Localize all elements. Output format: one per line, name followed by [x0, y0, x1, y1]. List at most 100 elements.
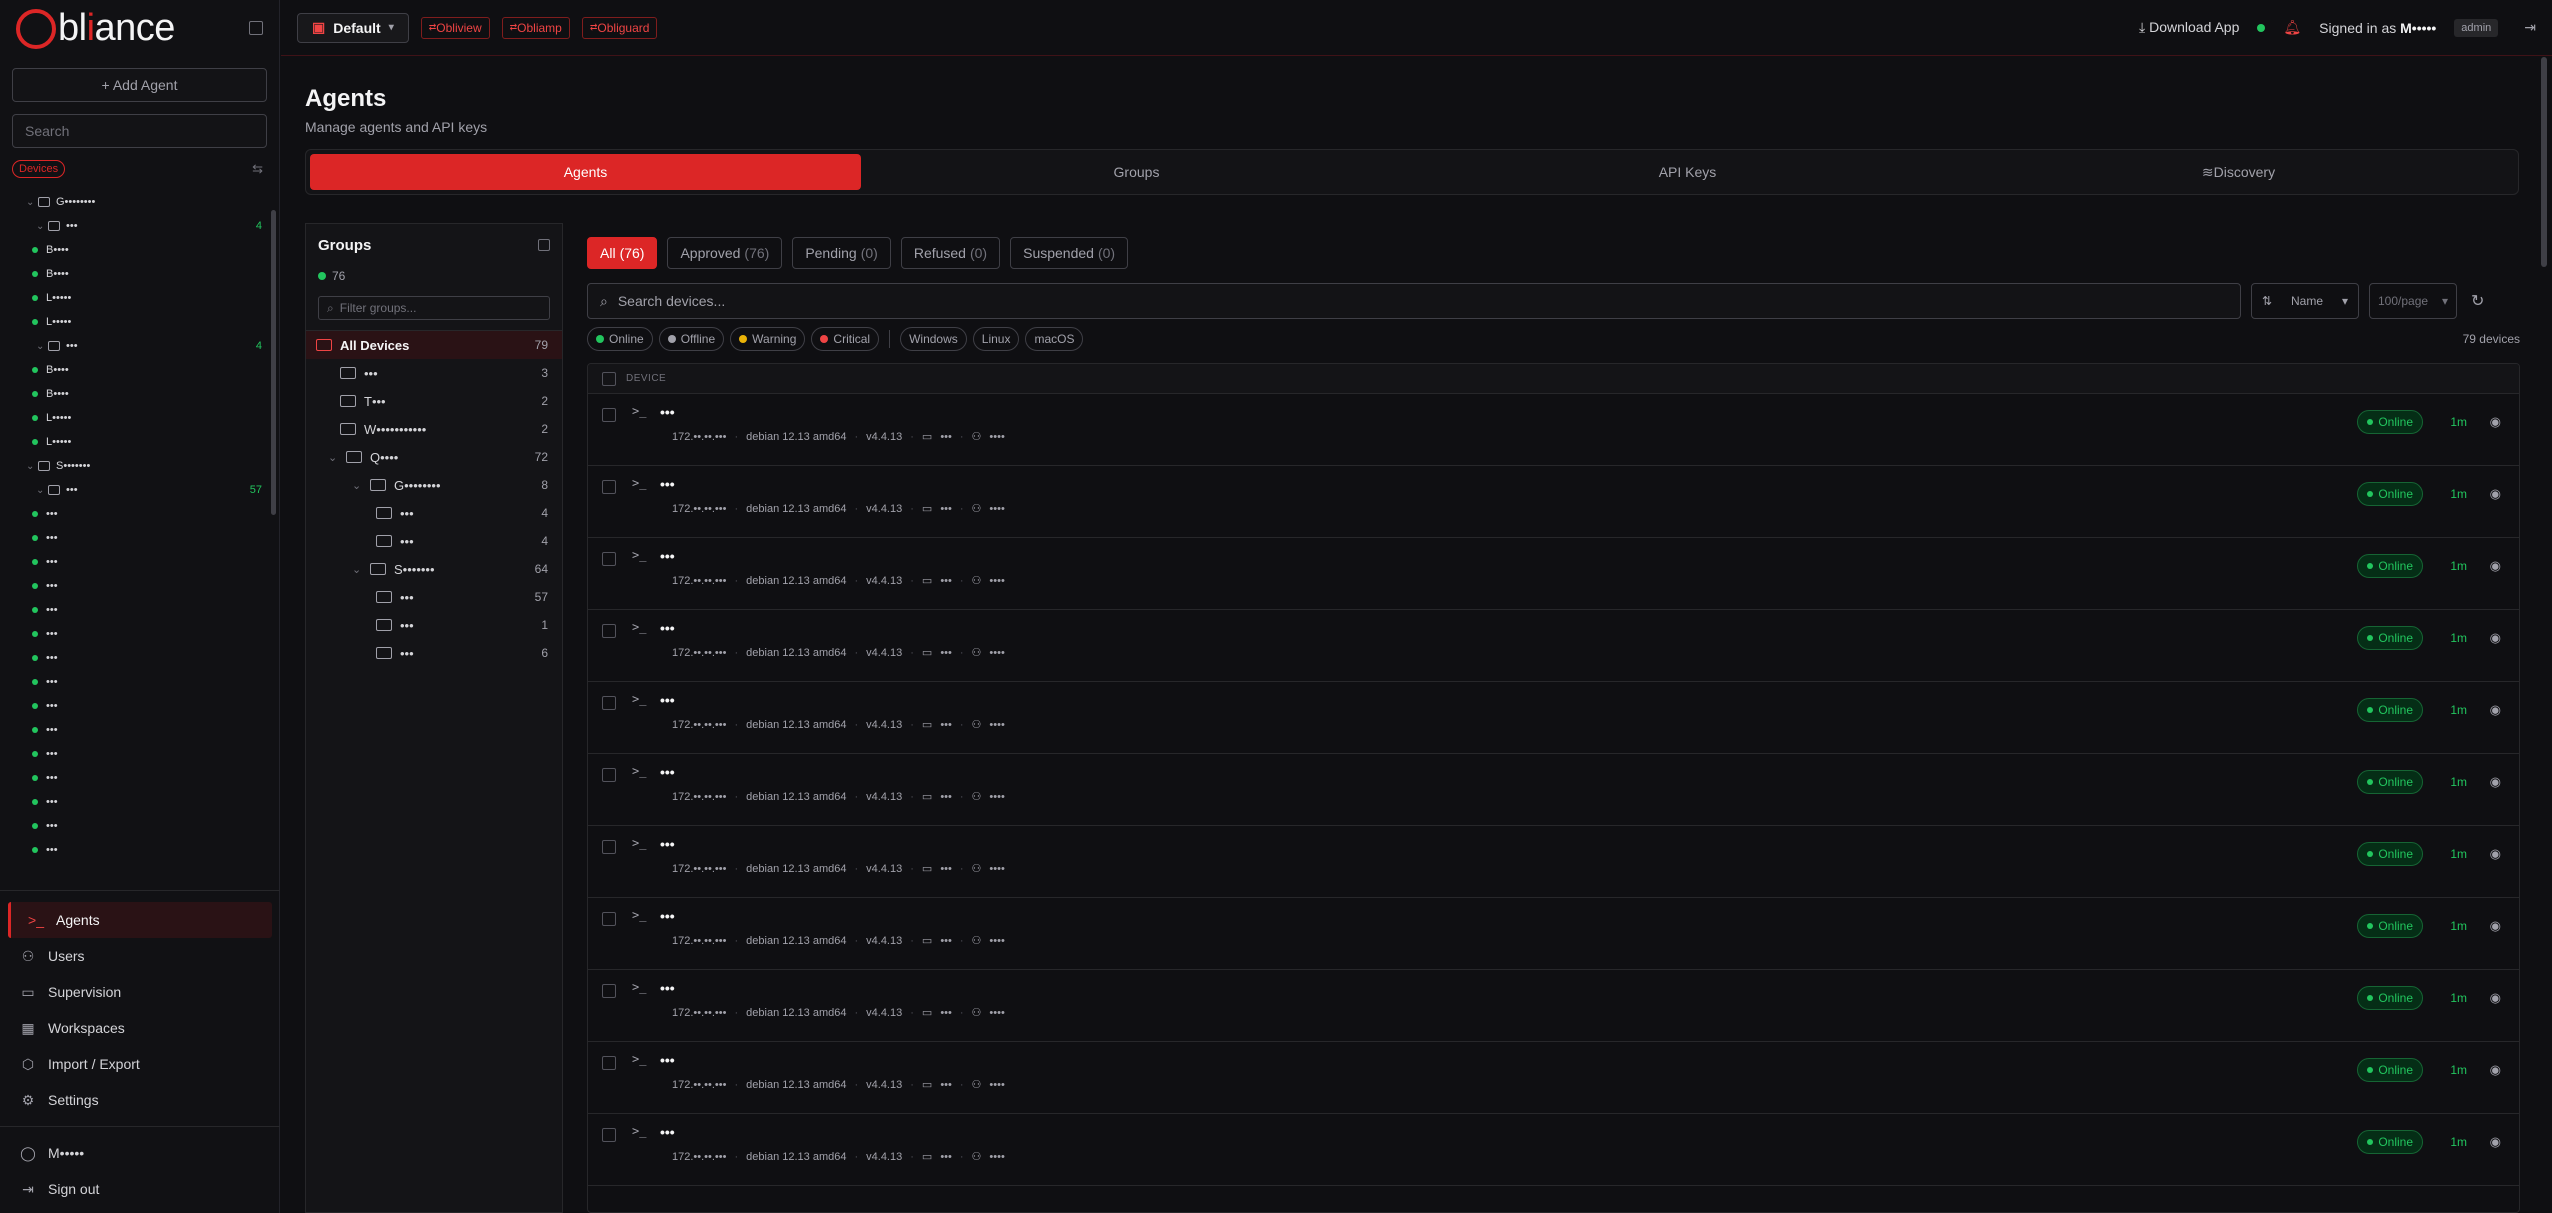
- row-checkbox[interactable]: [602, 984, 616, 998]
- devices-chip[interactable]: Devices: [12, 160, 66, 178]
- chevron-down-icon[interactable]: ⌄: [36, 221, 48, 232]
- tree-row[interactable]: B••••: [0, 358, 270, 382]
- group-item[interactable]: ••• 6: [306, 639, 562, 667]
- tree-row[interactable]: ⌄ ••• 57: [0, 478, 270, 502]
- table-row[interactable]: >_ ••• 172.••.••.••• · debian 12.13 amd64 · v4…: [588, 826, 2519, 898]
- filter-groups-input[interactable]: ⌕ Filter groups...: [318, 296, 550, 320]
- chevron-down-icon[interactable]: ⌄: [26, 197, 38, 208]
- app-link-obliguard[interactable]: ⇄ Obliguard: [581, 16, 658, 39]
- terminal-icon[interactable]: >_: [632, 1124, 646, 1138]
- group-item[interactable]: ⌄ S••••••• 64: [306, 555, 562, 583]
- sort-select[interactable]: ⇅ Name ▾: [2251, 283, 2359, 319]
- tree-row[interactable]: •••: [0, 742, 270, 766]
- table-row[interactable]: >_ ••• 172.••.••.••• · debian 12.13 amd64 · v4…: [588, 970, 2519, 1042]
- app-link-obliview[interactable]: ⇄ Obliview: [420, 16, 490, 39]
- eye-icon[interactable]: ◉: [2490, 702, 2501, 718]
- terminal-icon[interactable]: >_: [632, 980, 646, 994]
- filter-tab-pending[interactable]: Pending (0): [792, 237, 891, 269]
- nav-item-workspaces[interactable]: ▦ Workspaces: [0, 1010, 280, 1046]
- tree-row[interactable]: •••: [0, 574, 270, 598]
- group-item[interactable]: ⌄ Q•••• 72: [306, 443, 562, 471]
- row-checkbox[interactable]: [602, 480, 616, 494]
- terminal-icon[interactable]: >_: [632, 908, 646, 922]
- terminal-icon[interactable]: >_: [632, 404, 646, 418]
- device-name[interactable]: •••: [660, 1124, 675, 1140]
- sidebar-collapse-icon[interactable]: [249, 21, 263, 35]
- table-row[interactable]: >_ ••• 172.••.••.••• · debian 12.13 amd64 · v4…: [588, 754, 2519, 826]
- device-name[interactable]: •••: [660, 404, 675, 420]
- chevron-down-icon[interactable]: ⌄: [26, 461, 38, 472]
- chevron-down-icon[interactable]: ⌄: [328, 451, 346, 464]
- tree-row[interactable]: •••: [0, 550, 270, 574]
- group-item[interactable]: W••••••••••• 2: [306, 415, 562, 443]
- tree-row[interactable]: •••: [0, 814, 270, 838]
- filter-tab-suspended[interactable]: Suspended (0): [1010, 237, 1129, 269]
- chevron-down-icon[interactable]: ⌄: [36, 485, 48, 496]
- terminal-icon[interactable]: >_: [632, 620, 646, 634]
- tree-row[interactable]: L•••••: [0, 310, 270, 334]
- terminal-icon[interactable]: >_: [632, 476, 646, 490]
- eye-icon[interactable]: ◉: [2490, 1134, 2501, 1150]
- group-item[interactable]: ••• 3: [306, 359, 562, 387]
- eye-icon[interactable]: ◉: [2490, 630, 2501, 646]
- nav-item-agents[interactable]: >_ Agents: [8, 902, 272, 938]
- device-name[interactable]: •••: [660, 1052, 675, 1068]
- workspace-selector[interactable]: ▣ Default ▾: [297, 12, 409, 43]
- tree-row[interactable]: B••••: [0, 262, 270, 286]
- device-name[interactable]: •••: [660, 908, 675, 924]
- table-row[interactable]: >_ ••• 172.••.••.••• · debian 12.13 amd64 · v4…: [588, 466, 2519, 538]
- refresh-icon[interactable]: ↻: [2471, 291, 2484, 311]
- table-row[interactable]: >_ ••• 172.••.••.••• · debian 12.13 amd64 · v4…: [588, 610, 2519, 682]
- tree-row[interactable]: •••: [0, 766, 270, 790]
- tree-row[interactable]: L•••••: [0, 430, 270, 454]
- tree-row[interactable]: •••: [0, 502, 270, 526]
- row-checkbox[interactable]: [602, 1056, 616, 1070]
- tree-row[interactable]: •••: [0, 646, 270, 670]
- table-row[interactable]: >_ ••• 172.••.••.••• · debian 12.13 amd64 · v4…: [588, 1114, 2519, 1186]
- tree-row[interactable]: •••: [0, 670, 270, 694]
- tree-row[interactable]: L•••••: [0, 406, 270, 430]
- device-name[interactable]: •••: [660, 620, 675, 636]
- tree-row[interactable]: L•••••: [0, 286, 270, 310]
- terminal-icon[interactable]: >_: [632, 1052, 646, 1066]
- tab-groups[interactable]: Groups: [861, 154, 1412, 190]
- tab-api-keys[interactable]: API Keys: [1412, 154, 1963, 190]
- table-row[interactable]: >_ ••• 172.••.••.••• · debian 12.13 amd64 · v4…: [588, 898, 2519, 970]
- chevron-down-icon[interactable]: ⌄: [352, 479, 370, 492]
- status-chip-online[interactable]: Online: [587, 327, 653, 351]
- tree-row[interactable]: B••••: [0, 238, 270, 262]
- tree-row[interactable]: •••: [0, 622, 270, 646]
- tree-row[interactable]: •••: [0, 838, 270, 862]
- eye-icon[interactable]: ◉: [2490, 846, 2501, 862]
- table-row[interactable]: >_ ••• 172.••.••.••• · debian 12.13 amd64 · v4…: [588, 1042, 2519, 1114]
- device-name[interactable]: •••: [660, 476, 675, 492]
- chevron-down-icon[interactable]: ⌄: [36, 341, 48, 352]
- eye-icon[interactable]: ◉: [2490, 990, 2501, 1006]
- nav-item-supervision[interactable]: ▭ Supervision: [0, 974, 280, 1010]
- tree-row[interactable]: •••: [0, 526, 270, 550]
- select-all-checkbox[interactable]: [602, 371, 616, 386]
- row-checkbox[interactable]: [602, 768, 616, 782]
- main-scrollbar[interactable]: [2541, 57, 2547, 267]
- device-name[interactable]: •••: [660, 692, 675, 708]
- filter-tab-refused[interactable]: Refused (0): [900, 237, 1001, 269]
- sidebar-scrollbar[interactable]: [271, 210, 276, 515]
- tree-row[interactable]: B••••: [0, 382, 270, 406]
- group-item[interactable]: ••• 4: [306, 527, 562, 555]
- status-chip-warning[interactable]: Warning: [730, 327, 806, 351]
- status-chip-critical[interactable]: Critical: [811, 327, 880, 351]
- device-name[interactable]: •••: [660, 548, 675, 564]
- tree-row[interactable]: ⌄ ••• 4: [0, 214, 270, 238]
- app-link-obliamp[interactable]: ⇄ Obliamp: [501, 16, 570, 39]
- group-item[interactable]: T••• 2: [306, 387, 562, 415]
- per-page-select[interactable]: 100/page ▾: [2369, 283, 2457, 319]
- eye-icon[interactable]: ◉: [2490, 414, 2501, 430]
- terminal-icon[interactable]: >_: [632, 836, 646, 850]
- device-search-input[interactable]: ⌕ Search devices...: [587, 283, 2241, 319]
- download-app-button[interactable]: ⤓ Download App: [2139, 19, 2239, 36]
- tree-row[interactable]: ⌄ G••••••••: [0, 190, 270, 214]
- row-checkbox[interactable]: [602, 624, 616, 638]
- filter-tab-all[interactable]: All (76): [587, 237, 658, 269]
- nav-item-import-export[interactable]: ⬡ Import / Export: [0, 1046, 280, 1082]
- table-row[interactable]: >_ ••• 172.••.••.••• · debian 12.13 amd64 · v4…: [588, 682, 2519, 754]
